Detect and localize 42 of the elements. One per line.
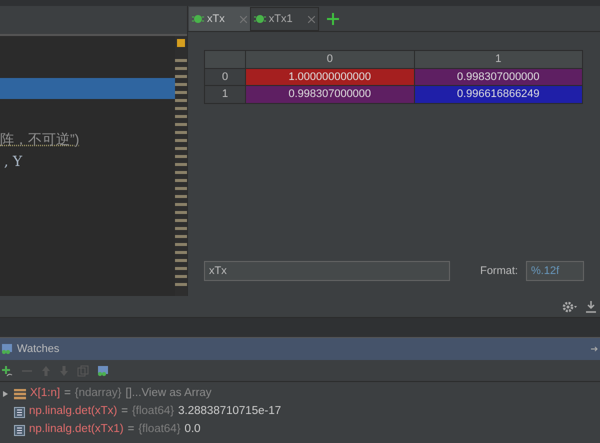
bug-icon	[254, 14, 266, 24]
watches-icon	[1, 343, 13, 355]
table-cell: 0.998307000000	[246, 86, 414, 103]
code-text: 阵，不可逆”)	[0, 130, 80, 149]
watch-type: {float64}	[138, 422, 181, 438]
bug-icon	[192, 14, 204, 24]
row-header: 1	[204, 86, 246, 103]
add-icon[interactable]	[1, 364, 13, 376]
settings-icon[interactable]	[562, 300, 578, 312]
watch-value: 0.0	[184, 422, 201, 438]
status-indicator-icon	[177, 39, 185, 47]
variable-icon	[14, 406, 25, 418]
column-header: 0	[246, 50, 414, 68]
format-label: Format:	[480, 264, 518, 279]
download-icon[interactable]	[586, 300, 596, 312]
close-icon[interactable]	[240, 16, 247, 22]
table-cell: 0.996616866249	[414, 86, 582, 103]
table-cell: 1.000000000000	[246, 68, 414, 86]
array-icon	[14, 388, 26, 400]
watch-name: np.linalg.det(xTx)	[29, 404, 118, 420]
variable-name-field[interactable]: xTx	[204, 261, 450, 281]
pin-icon[interactable]	[591, 345, 599, 353]
table-cell: 0.998307000000	[414, 68, 582, 86]
watch-value: 3.28838710715e-17	[178, 404, 282, 420]
watch-name: np.linalg.det(xTx1)	[29, 422, 124, 438]
watch-type: {float64}	[132, 404, 174, 420]
code-text: , Y	[3, 153, 22, 172]
watches-icon[interactable]	[97, 364, 109, 376]
watch-value: []...View as Array	[125, 386, 212, 402]
equals-sign: =	[128, 422, 134, 438]
variable-tab[interactable]: xTx	[189, 7, 250, 31]
equals-sign: =	[64, 386, 71, 402]
column-header: 1	[414, 50, 582, 68]
format-field[interactable]: %.12f	[526, 261, 584, 281]
equals-sign: =	[121, 404, 128, 420]
row-header: 0	[204, 68, 246, 86]
close-icon[interactable]	[308, 16, 315, 22]
watch-name: X[1:n]	[30, 386, 60, 402]
watch-type: {ndarray}	[74, 386, 122, 402]
watches-title: Watches	[17, 342, 60, 357]
variable-icon	[14, 424, 25, 436]
variable-tab[interactable]: xTx1	[250, 7, 319, 31]
